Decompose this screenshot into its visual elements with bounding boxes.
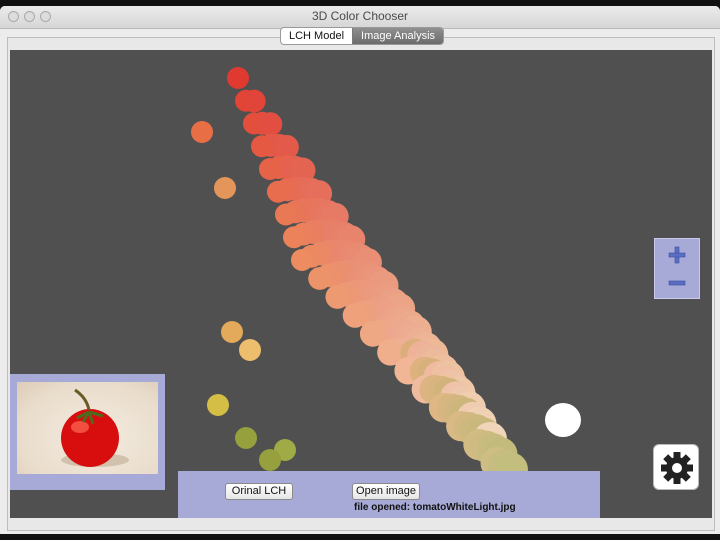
window-title: 3D Color Chooser (311, 9, 409, 23)
tab-image-analysis[interactable]: Image Analysis (352, 28, 444, 44)
tab-lch-model[interactable]: LCH Model (281, 28, 352, 44)
gear-icon (661, 452, 693, 484)
3d-color-viewport[interactable]: Orinal LCH Open image file opened: tomat… (10, 50, 712, 518)
color-point (275, 203, 297, 226)
color-point (259, 158, 281, 180)
original-lch-button[interactable]: Orinal LCH (225, 483, 293, 500)
tomato-thumbnail (17, 382, 158, 474)
color-point (207, 394, 229, 416)
settings-button[interactable] (653, 444, 699, 490)
tab-content-panel: Orinal LCH Open image file opened: tomat… (7, 37, 715, 531)
color-point (191, 121, 213, 143)
color-point (239, 339, 261, 361)
color-point (258, 112, 283, 137)
minus-icon[interactable] (667, 273, 687, 293)
bottom-toolbar: Orinal LCH Open image file opened: tomat… (178, 471, 600, 518)
color-point (308, 267, 332, 290)
color-point (259, 449, 281, 471)
app-window: 3D Color Chooser LCH Model Image Analysi… (0, 6, 720, 534)
title-bar: 3D Color Chooser (0, 6, 720, 29)
color-point (214, 177, 236, 199)
color-point (251, 135, 273, 158)
plus-icon[interactable] (667, 245, 687, 265)
status-text: file opened: tomatoWhiteLight.jpg (354, 502, 516, 513)
color-point (242, 89, 266, 113)
white-point (545, 403, 581, 437)
color-point (227, 67, 249, 89)
color-point (325, 285, 350, 309)
color-point (342, 303, 368, 328)
color-point (267, 180, 289, 203)
color-point (291, 249, 313, 271)
open-image-button[interactable]: Open image (352, 483, 420, 500)
tab-bar: LCH Model Image Analysis (280, 27, 445, 45)
color-point (283, 226, 305, 249)
zoom-control (654, 238, 700, 299)
image-thumbnail-panel (10, 374, 165, 490)
color-point (235, 427, 257, 449)
color-point (221, 321, 243, 343)
